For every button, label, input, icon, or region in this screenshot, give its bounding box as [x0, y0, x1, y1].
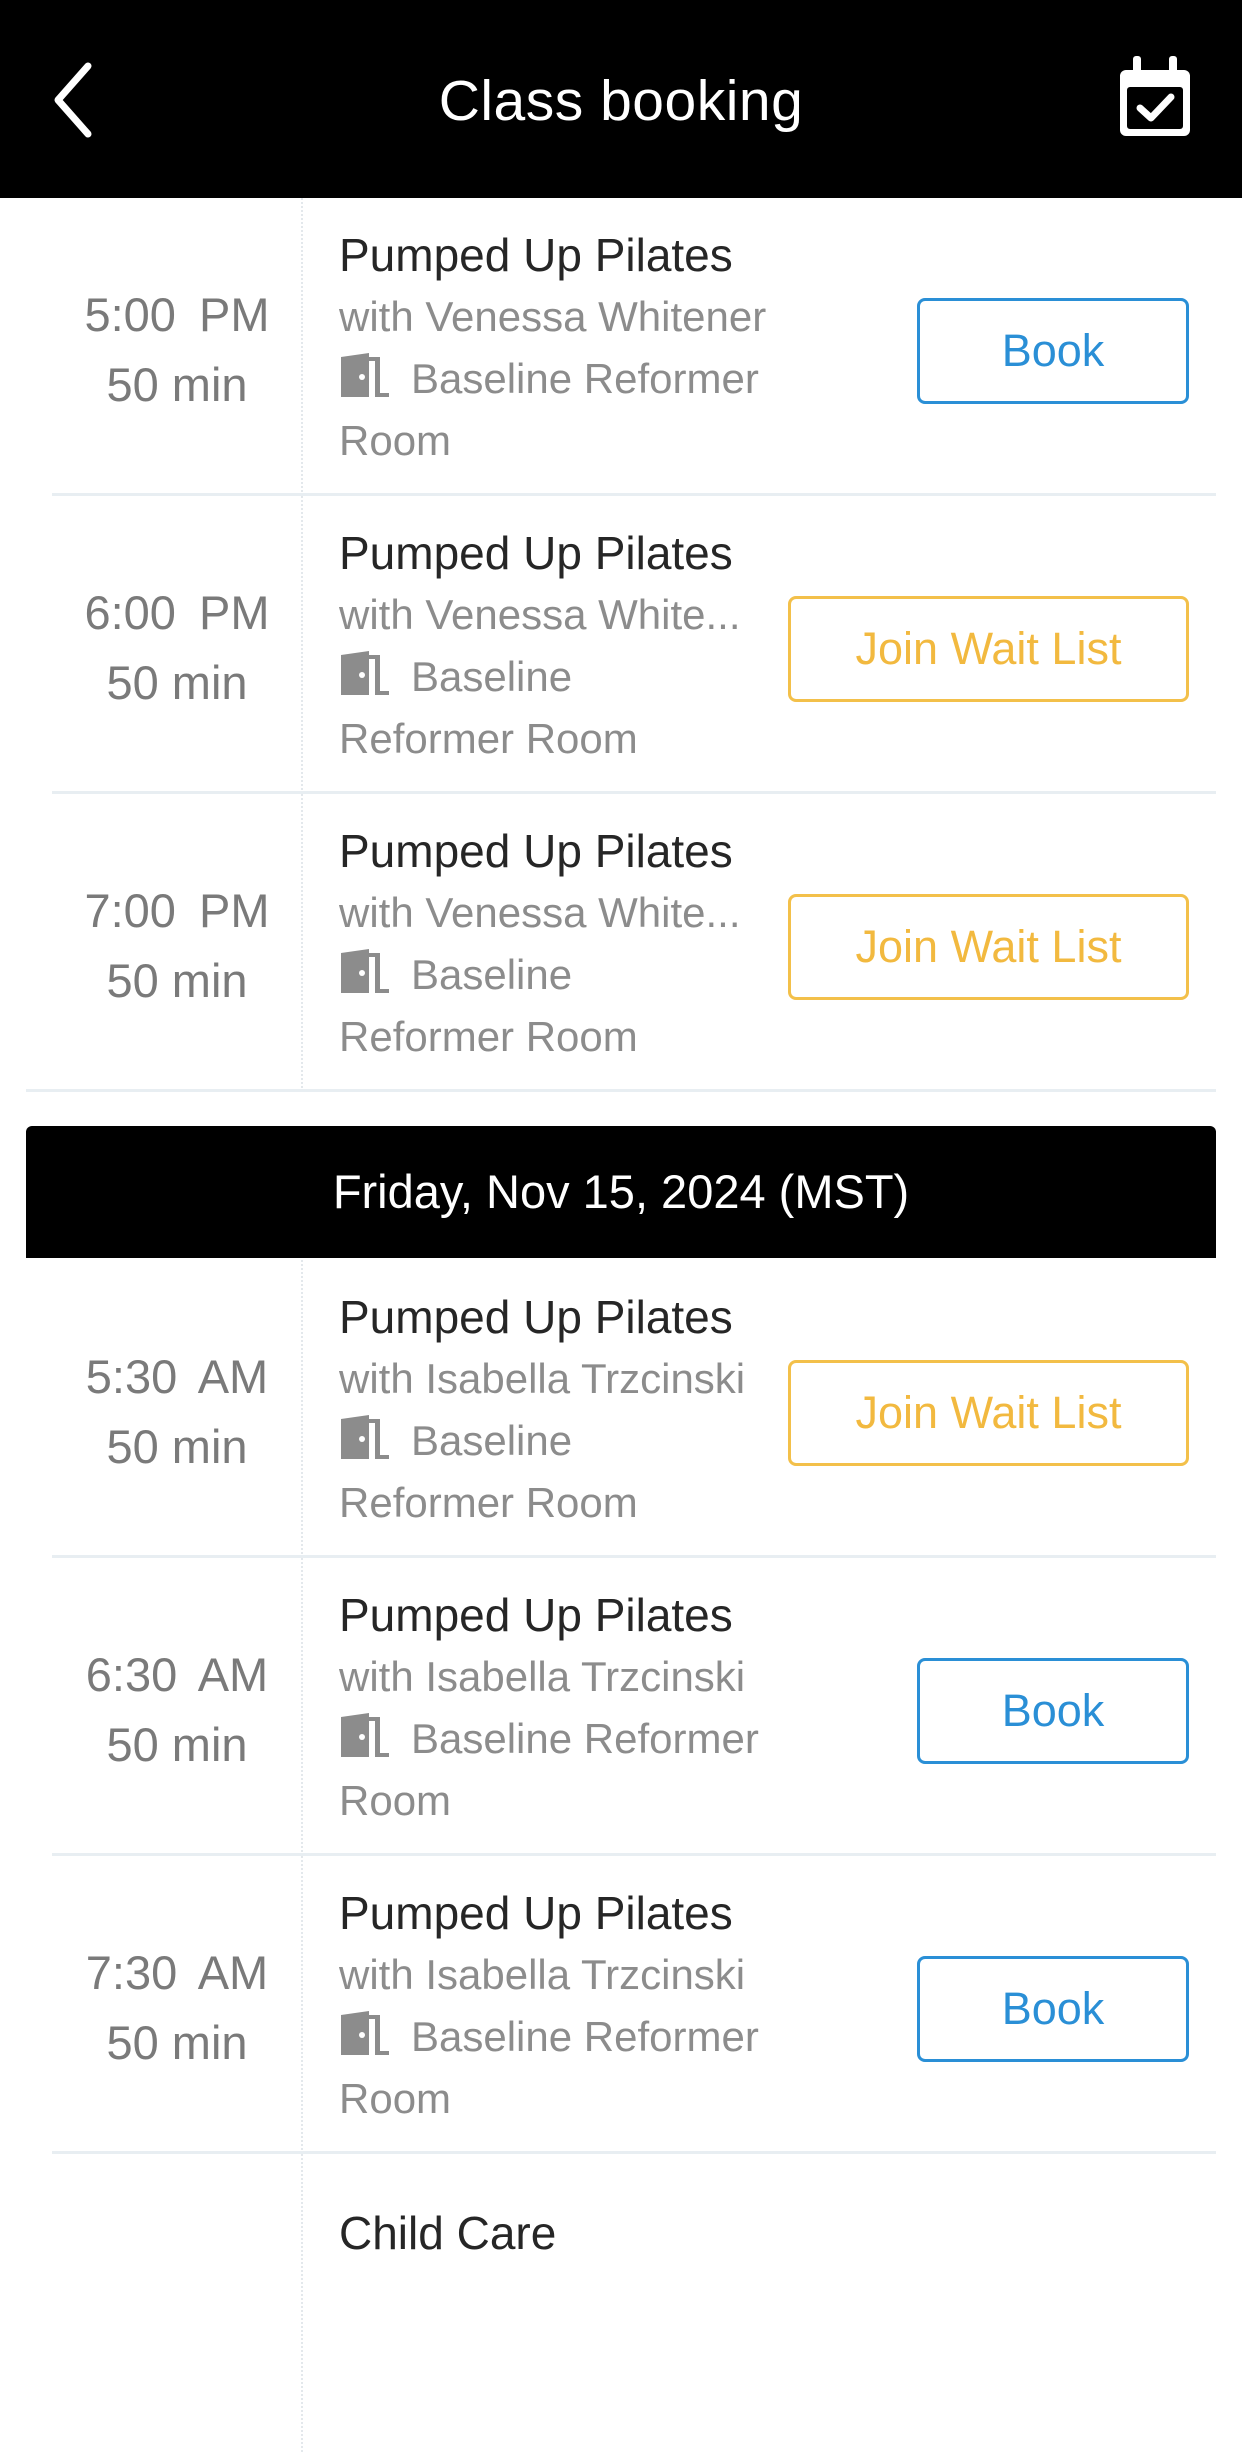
time-column: 7:00 PM 50 min	[52, 876, 302, 1016]
top-bar: Class booking	[0, 0, 1242, 198]
class-name: Pumped Up Pilates	[339, 1887, 733, 1939]
instructor-name: with Isabella Trzcinski	[339, 1355, 746, 1402]
class-time: 5:00 PM	[84, 288, 270, 341]
join-wait-list-button[interactable]: Join Wait List	[788, 596, 1189, 702]
room-name: Baseline	[339, 944, 779, 1006]
class-info: Pumped Up Pilates with Venessa White... Ba…	[339, 522, 779, 770]
class-info: Pumped Up Pilates with Isabella Trzcinski…	[339, 1882, 779, 2130]
instructor-name: with Venessa White...	[339, 591, 741, 638]
class-info: Pumped Up Pilates with Isabella Trzcinski…	[339, 1584, 779, 1832]
date-header: Friday, Nov 15, 2024 (MST)	[26, 1126, 1216, 1258]
class-row: 7:30 AM 50 min Pumped Up Pilates with Isabe…	[0, 1856, 1242, 2154]
room-line-2: Reformer Room	[339, 715, 638, 762]
time-column: 6:30 AM 50 min	[52, 1640, 302, 1780]
room-name: Baseline Reformer	[339, 348, 779, 410]
class-time: 7:00 PM	[84, 884, 270, 937]
room-line-1: Baseline	[411, 1417, 573, 1464]
room-name: Baseline Reformer	[339, 2006, 779, 2068]
room-line-2: Reformer Room	[339, 1479, 638, 1526]
row-divider	[26, 1089, 1216, 1092]
class-name: Child Care	[339, 2207, 557, 2259]
class-duration: 50 min	[106, 954, 248, 1007]
class-duration: 50 min	[106, 1718, 248, 1771]
room-line-2: Reformer Room	[339, 1013, 638, 1060]
class-row: 5:30 AM 50 min Pumped Up Pilates with Isabe…	[0, 1260, 1242, 1558]
instructor-name: with Isabella Trzcinski	[339, 1653, 746, 1700]
room-line-1: Baseline Reformer	[411, 355, 759, 402]
column-divider	[301, 2154, 303, 2452]
class-name: Pumped Up Pilates	[339, 229, 733, 281]
class-info: Pumped Up Pilates with Isabella Trzcinski…	[339, 1286, 779, 1534]
instructor-name: with Venessa Whitener	[339, 293, 767, 340]
room-name: Baseline Reformer	[339, 1708, 779, 1770]
room-line-2: Room	[339, 1777, 452, 1824]
class-name: Pumped Up Pilates	[339, 1589, 733, 1641]
calendar-check-icon	[1120, 56, 1190, 136]
book-button[interactable]: Book	[917, 1956, 1189, 2062]
time-column: 7:30 AM 50 min	[52, 1938, 302, 2078]
room-name: Baseline	[339, 1410, 779, 1472]
class-time: 6:00 PM	[84, 586, 270, 639]
class-list: 5:00 PM 50 min Pumped Up Pilates with Venes…	[0, 198, 1242, 2452]
room-name: Baseline	[339, 646, 779, 708]
room-line-2: Room	[339, 417, 452, 464]
room-line-1: Baseline Reformer	[411, 1715, 759, 1762]
join-wait-list-button[interactable]: Join Wait List	[788, 1360, 1189, 1466]
class-time: 6:30 AM	[85, 1648, 269, 1701]
class-time: 5:30 AM	[85, 1350, 269, 1403]
class-row: 6:00 PM 50 min Pumped Up Pilates with Venes…	[0, 496, 1242, 794]
door-icon	[341, 1415, 389, 1459]
class-name: Pumped Up Pilates	[339, 825, 733, 877]
class-name: Pumped Up Pilates	[339, 1291, 733, 1343]
class-row-partial: Child Care	[0, 2154, 1242, 2452]
class-row: 6:30 AM 50 min Pumped Up Pilates with Isabe…	[0, 1558, 1242, 1856]
door-icon	[341, 651, 389, 695]
class-duration: 50 min	[106, 656, 248, 709]
room-line-1: Baseline	[411, 653, 573, 700]
book-button[interactable]: Book	[917, 298, 1189, 404]
room-line-2: Room	[339, 2075, 452, 2122]
door-icon	[341, 353, 389, 397]
room-line-1: Baseline	[411, 951, 573, 998]
instructor-name: with Isabella Trzcinski	[339, 1951, 746, 1998]
time-column: 5:30 AM 50 min	[52, 1342, 302, 1482]
class-info: Pumped Up Pilates with Venessa Whitener Ba…	[339, 224, 779, 472]
class-duration: 50 min	[106, 2016, 248, 2069]
time-column: 5:00 PM 50 min	[52, 280, 302, 420]
door-icon	[341, 2011, 389, 2055]
room-line-1: Baseline Reformer	[411, 2013, 759, 2060]
door-icon	[341, 1713, 389, 1757]
class-row: 7:00 PM 50 min Pumped Up Pilates with Venes…	[0, 794, 1242, 1092]
book-button[interactable]: Book	[917, 1658, 1189, 1764]
page-title: Class booking	[438, 69, 804, 133]
class-duration: 50 min	[106, 1420, 248, 1473]
join-wait-list-button[interactable]: Join Wait List	[788, 894, 1189, 1000]
time-column: 6:00 PM 50 min	[52, 578, 302, 718]
instructor-name: with Venessa White...	[339, 889, 741, 936]
class-duration: 50 min	[106, 358, 248, 411]
class-time: 7:30 AM	[85, 1946, 269, 1999]
door-icon	[341, 949, 389, 993]
class-name: Pumped Up Pilates	[339, 527, 733, 579]
class-info: Pumped Up Pilates with Venessa White... Ba…	[339, 820, 779, 1068]
class-info: Child Care	[339, 2202, 779, 2264]
class-row: 5:00 PM 50 min Pumped Up Pilates with Venes…	[0, 198, 1242, 496]
calendar-button[interactable]	[1116, 54, 1194, 140]
